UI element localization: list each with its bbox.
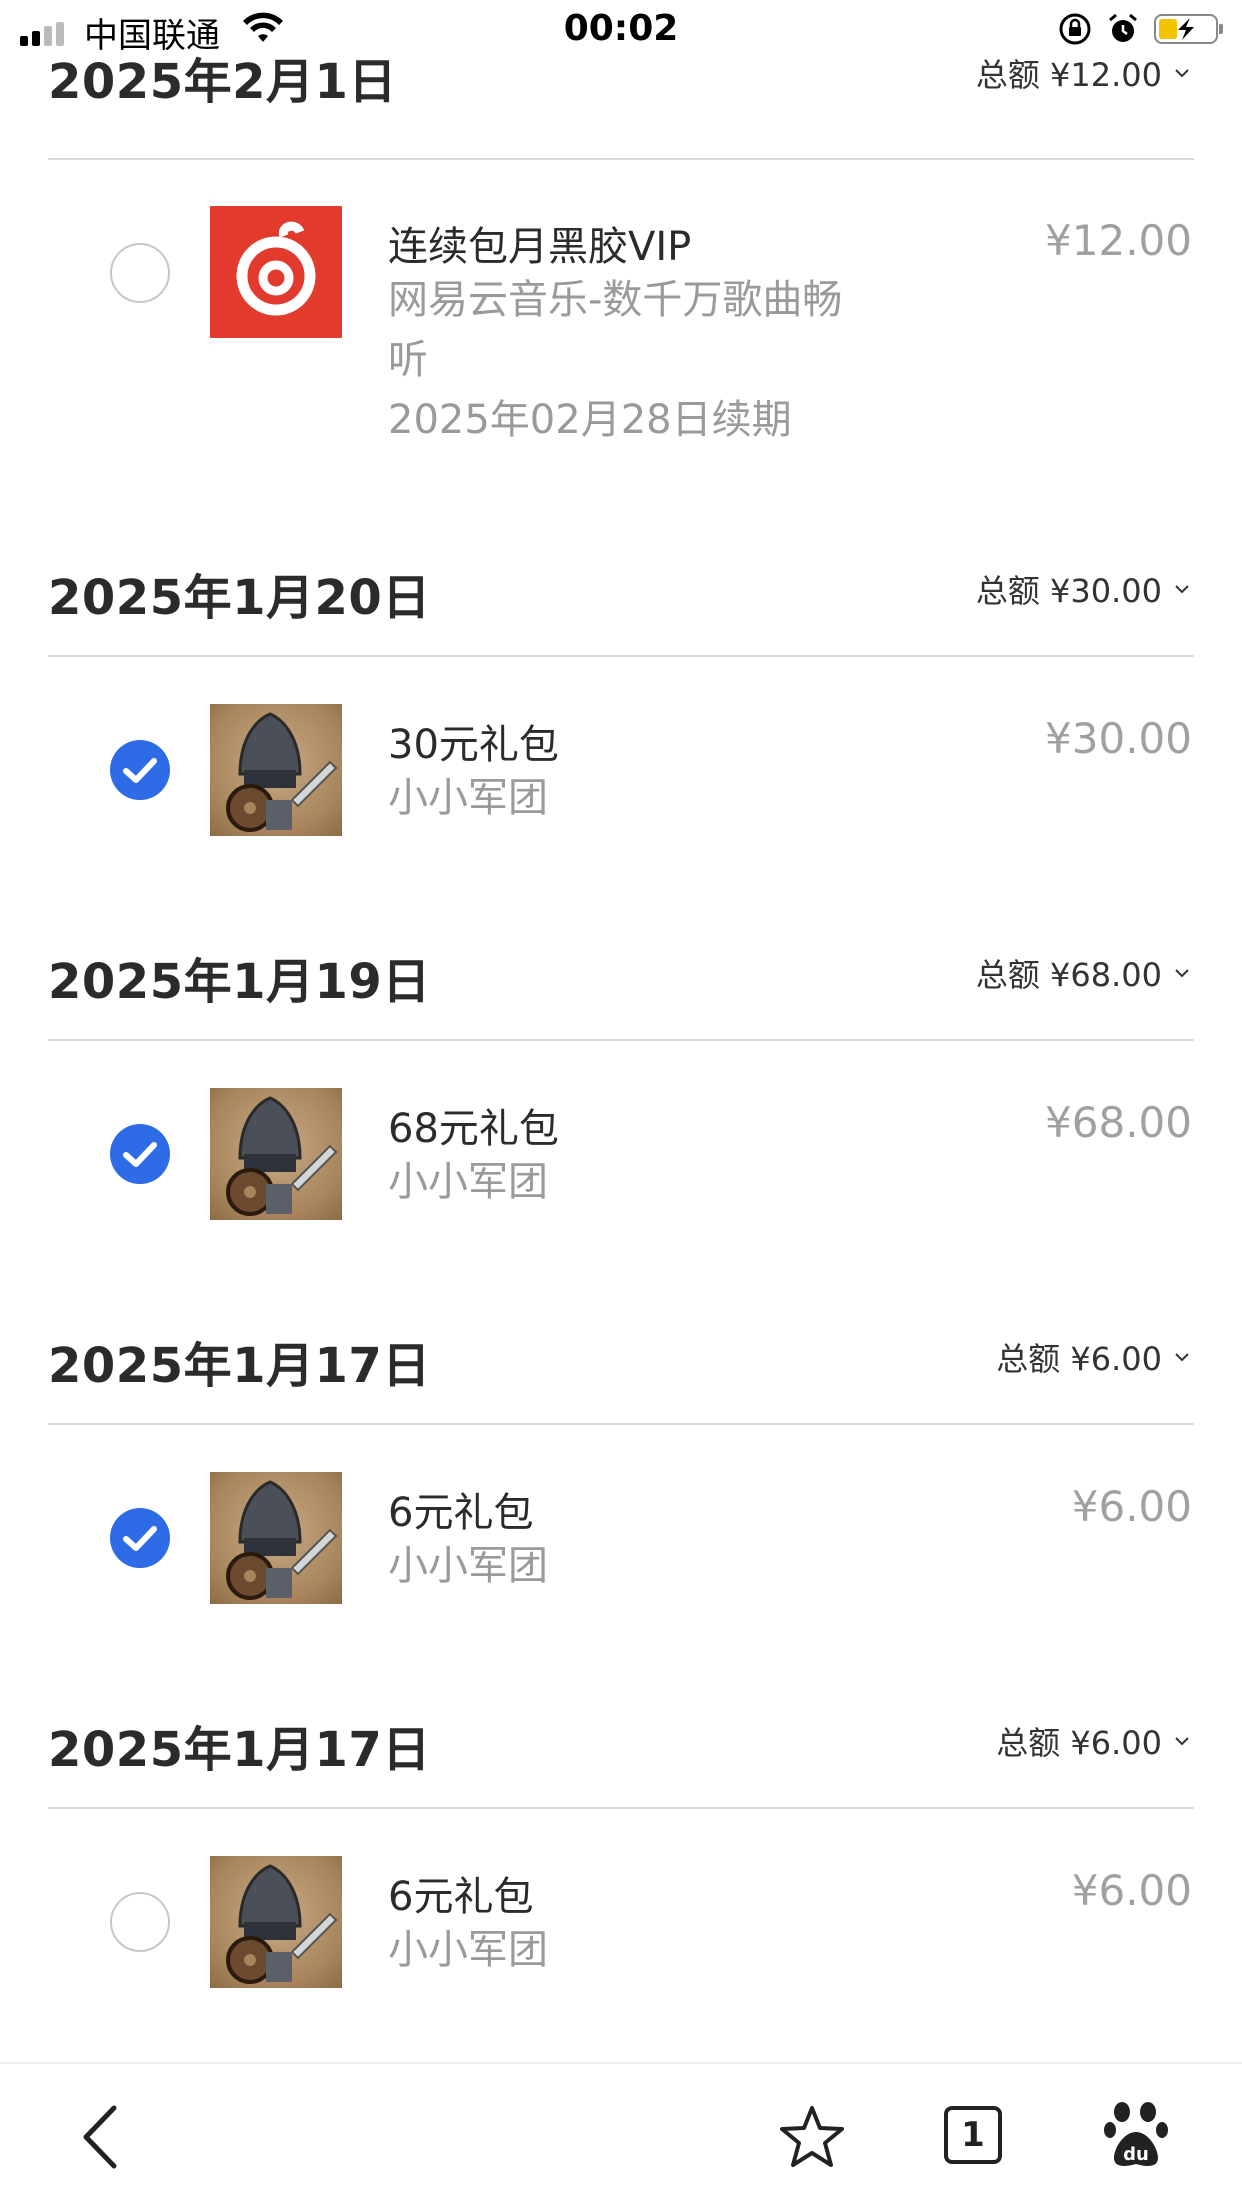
back-arrow-icon[interactable] xyxy=(78,2104,122,2170)
total-label: 总额 ¥6.00 xyxy=(996,1724,1162,1762)
knight-game-icon xyxy=(210,704,342,836)
date-title: 2025年2月1日 xyxy=(48,54,397,110)
date-title: 2025年1月19日 xyxy=(48,954,431,1010)
item-subtitle: 小小军团 xyxy=(388,1543,548,1589)
item-title: 30元礼包 xyxy=(388,722,559,768)
date-title: 2025年1月17日 xyxy=(48,1338,431,1394)
select-checkbox[interactable] xyxy=(110,243,170,303)
item-subtitle: 网易云音乐-数千万歌曲畅 xyxy=(388,277,843,323)
divider xyxy=(48,1039,1194,1041)
chevron-down-icon xyxy=(1175,1737,1189,1746)
select-checkbox-checked[interactable] xyxy=(110,1508,170,1568)
total-dropdown[interactable]: 总额 ¥68.00 xyxy=(976,950,1194,996)
bookmark-star-icon[interactable] xyxy=(778,2104,846,2170)
date-title: 2025年1月20日 xyxy=(48,570,431,626)
item-title: 6元礼包 xyxy=(388,1874,534,1920)
chevron-down-icon xyxy=(1175,969,1189,978)
total-dropdown[interactable]: 总额 ¥30.00 xyxy=(976,566,1194,612)
select-checkbox-checked[interactable] xyxy=(110,740,170,800)
checkmark-icon xyxy=(123,1526,157,1551)
item-price: ¥12.00 xyxy=(1045,216,1192,265)
date-header: 2025年2月1日 总额 ¥12.00 xyxy=(48,42,1194,110)
divider xyxy=(48,1807,1194,1809)
svg-text:du: du xyxy=(1123,2144,1149,2165)
divider xyxy=(48,1423,1194,1425)
item-title: 68元礼包 xyxy=(388,1106,559,1152)
total-label: 总额 ¥12.00 xyxy=(975,56,1162,94)
total-dropdown[interactable]: 总额 ¥12.00 xyxy=(976,50,1194,96)
total-label: 总额 ¥68.00 xyxy=(975,956,1162,994)
item-subtitle: 小小军团 xyxy=(388,775,548,821)
item-subtitle: 小小军团 xyxy=(388,1927,548,1973)
date-title: 2025年1月17日 xyxy=(48,1722,431,1778)
item-title: 连续包月黑胶VIP xyxy=(388,224,692,270)
item-price: ¥68.00 xyxy=(1045,1098,1192,1147)
checkmark-icon xyxy=(123,1142,157,1167)
battery-icon xyxy=(1154,14,1223,44)
renewal-date: 2025年02月28日续期 xyxy=(388,397,792,443)
date-header: 2025年1月20日 总额 ¥30.00 xyxy=(48,558,1194,626)
date-header: 2025年1月17日 总额 ¥6.00 xyxy=(48,1326,1194,1394)
baidu-paw-icon[interactable]: du xyxy=(1104,2100,1168,2170)
chevron-down-icon xyxy=(1175,585,1189,594)
item-title: 6元礼包 xyxy=(388,1490,534,1536)
total-label: 总额 ¥6.00 xyxy=(996,1340,1162,1378)
knight-game-icon xyxy=(210,1088,342,1220)
total-label: 总额 ¥30.00 xyxy=(975,572,1162,610)
select-checkbox[interactable] xyxy=(110,1892,170,1952)
tabs-count-button[interactable]: 1 xyxy=(944,2106,1002,2164)
total-dropdown[interactable]: 总额 ¥6.00 xyxy=(996,1334,1194,1380)
total-dropdown[interactable]: 总额 ¥6.00 xyxy=(996,1718,1194,1764)
divider xyxy=(48,655,1194,657)
knight-game-icon xyxy=(210,1472,342,1604)
chevron-down-icon xyxy=(1175,1353,1189,1362)
checkmark-icon xyxy=(123,758,157,783)
item-price: ¥6.00 xyxy=(1071,1866,1192,1915)
item-subtitle: 小小军团 xyxy=(388,1159,548,1205)
netease-music-icon xyxy=(210,206,342,338)
chevron-down-icon xyxy=(1175,69,1189,78)
date-header: 2025年1月17日 总额 ¥6.00 xyxy=(48,1710,1194,1778)
orientation-lock-icon xyxy=(1059,13,1091,45)
item-subtitle-cont: 听 xyxy=(388,337,428,383)
item-price: ¥6.00 xyxy=(1071,1482,1192,1531)
knight-game-icon xyxy=(210,1856,342,1988)
bottom-toolbar: 1 du xyxy=(0,2062,1242,2210)
date-header: 2025年1月19日 总额 ¥68.00 xyxy=(48,942,1194,1010)
tab-count: 1 xyxy=(961,2115,985,2155)
item-price: ¥30.00 xyxy=(1045,714,1192,763)
select-checkbox-checked[interactable] xyxy=(110,1124,170,1184)
alarm-icon xyxy=(1109,13,1137,42)
divider xyxy=(48,158,1194,160)
